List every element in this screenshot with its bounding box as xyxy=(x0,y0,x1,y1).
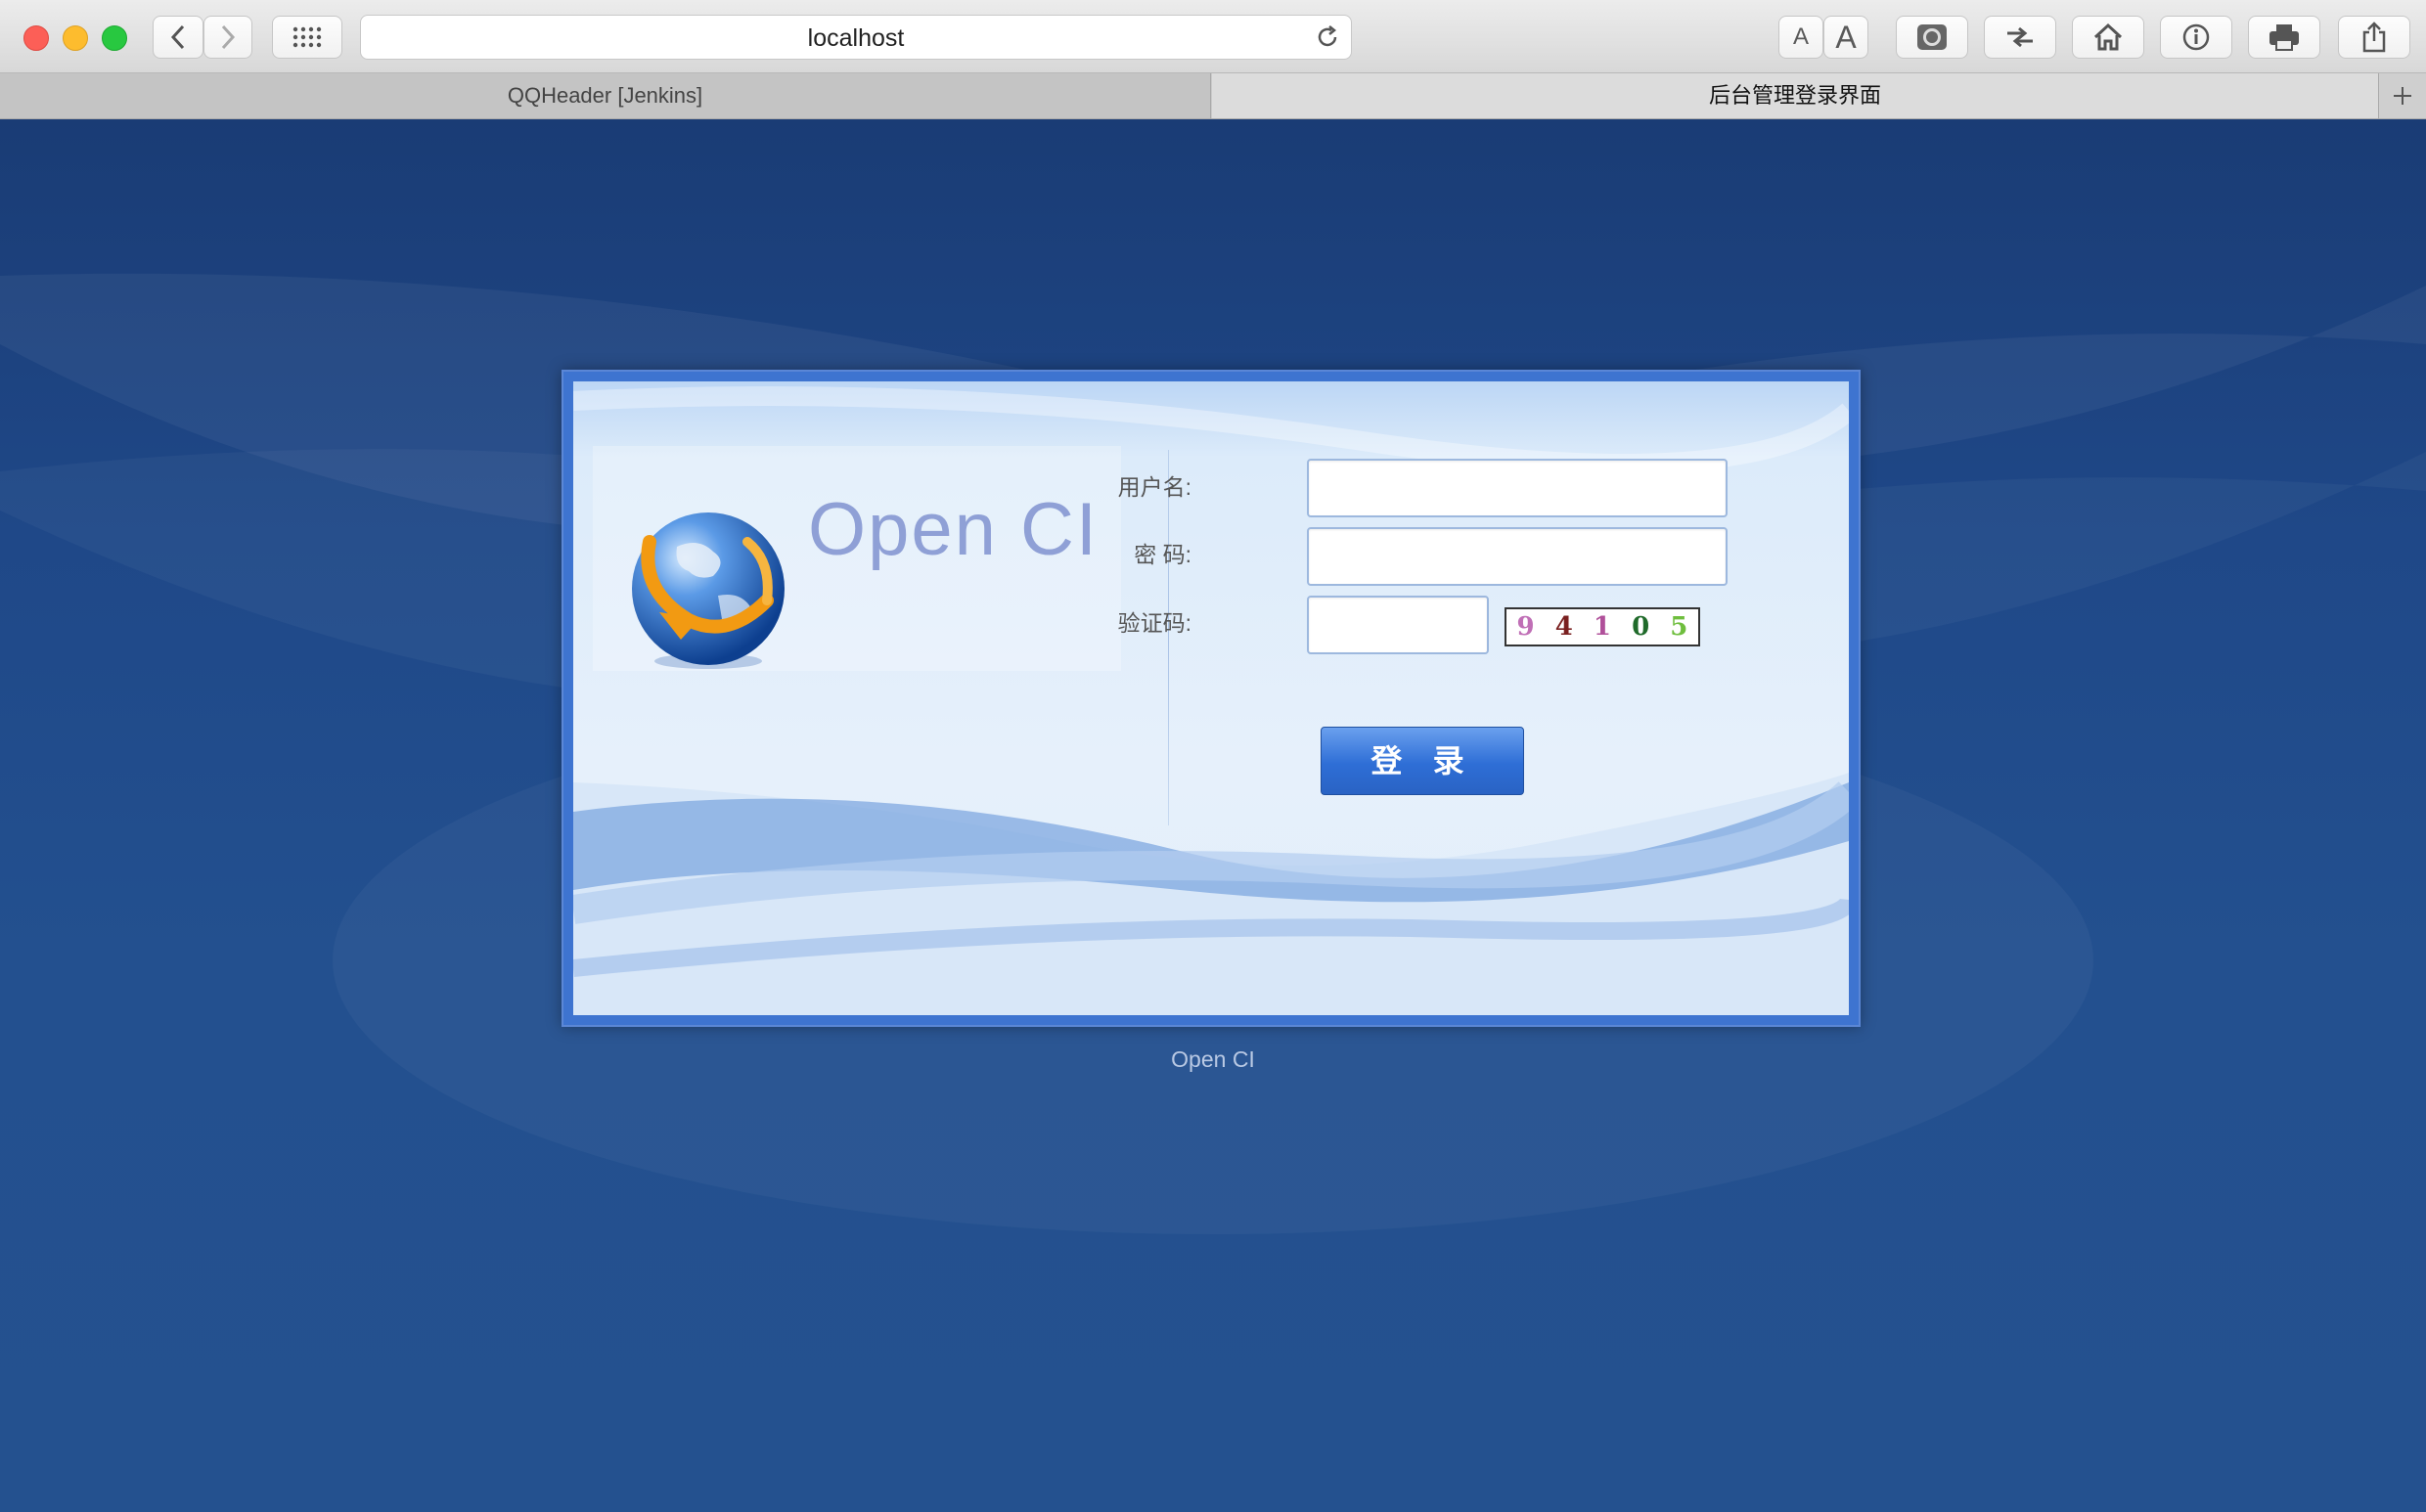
address-text: localhost xyxy=(807,24,905,52)
username-input[interactable] xyxy=(1307,459,1728,517)
plus-icon xyxy=(2394,87,2411,105)
share-button[interactable] xyxy=(2338,16,2410,59)
info-button[interactable] xyxy=(2160,16,2232,59)
captcha-char: 4 xyxy=(1554,612,1573,642)
browser-toolbar: localhost A A xyxy=(0,0,2426,73)
captcha-char: 5 xyxy=(1670,612,1688,642)
panel-divider xyxy=(1168,450,1169,825)
print-icon xyxy=(2269,24,2299,51)
captcha-label: 验证码: xyxy=(1117,610,1191,636)
minimize-window-button[interactable] xyxy=(63,25,88,51)
login-panel: Open CI 用户名: 密 码: 验证码: 9 4 1 0 5 登 录 xyxy=(562,370,1861,1027)
info-icon xyxy=(2182,23,2210,51)
captcha-char: 1 xyxy=(1593,612,1612,642)
reader-button[interactable] xyxy=(1896,16,1968,59)
captcha-char: 0 xyxy=(1632,612,1650,642)
tab-overview-button[interactable] xyxy=(272,16,342,59)
tab-bar: QQHeader [Jenkins] 后台管理登录界面 xyxy=(0,73,2426,119)
translate-icon xyxy=(2007,26,2033,48)
reload-icon[interactable] xyxy=(1314,23,1341,56)
text-larger-button[interactable]: A xyxy=(1823,16,1868,59)
forward-button[interactable] xyxy=(203,16,252,59)
forward-icon xyxy=(221,24,236,50)
globe-logo-icon xyxy=(632,512,785,669)
reader-icon xyxy=(1917,24,1947,50)
captcha-char: 9 xyxy=(1516,612,1535,642)
captcha-image[interactable]: 9 4 1 0 5 xyxy=(1505,607,1700,646)
close-window-button[interactable] xyxy=(23,25,49,51)
tab-admin-login[interactable]: 后台管理登录界面 xyxy=(1212,73,2378,118)
home-button[interactable] xyxy=(2072,16,2144,59)
captcha-input[interactable] xyxy=(1307,596,1489,654)
password-input[interactable] xyxy=(1307,527,1728,586)
address-bar[interactable]: localhost xyxy=(360,15,1352,60)
text-smaller-icon: A xyxy=(1792,23,1809,50)
back-icon xyxy=(170,24,185,50)
page-content: Open CI 用户名: 密 码: 验证码: 9 4 1 0 5 登 录 Ope… xyxy=(0,119,2426,1512)
password-label: 密 码: xyxy=(1134,542,1191,567)
tab-qqheader[interactable]: QQHeader [Jenkins] xyxy=(0,73,1211,118)
logo-text: Open CI xyxy=(808,488,1100,571)
login-button[interactable]: 登 录 xyxy=(1321,727,1524,795)
text-smaller-button[interactable]: A xyxy=(1778,16,1823,59)
username-label: 用户名: xyxy=(1117,474,1191,500)
share-icon xyxy=(2362,22,2386,53)
back-button[interactable] xyxy=(153,16,203,59)
footer-text: Open CI xyxy=(1171,1046,1255,1072)
text-larger-icon: A xyxy=(1835,19,1857,55)
translate-button[interactable] xyxy=(1984,16,2056,59)
home-icon xyxy=(2093,22,2123,51)
print-button[interactable] xyxy=(2248,16,2320,59)
maximize-window-button[interactable] xyxy=(102,25,127,51)
grid-icon xyxy=(292,26,322,48)
login-panel-inner: Open CI 用户名: 密 码: 验证码: 9 4 1 0 5 登 录 xyxy=(573,381,1849,1015)
new-tab-button[interactable] xyxy=(2378,73,2426,118)
